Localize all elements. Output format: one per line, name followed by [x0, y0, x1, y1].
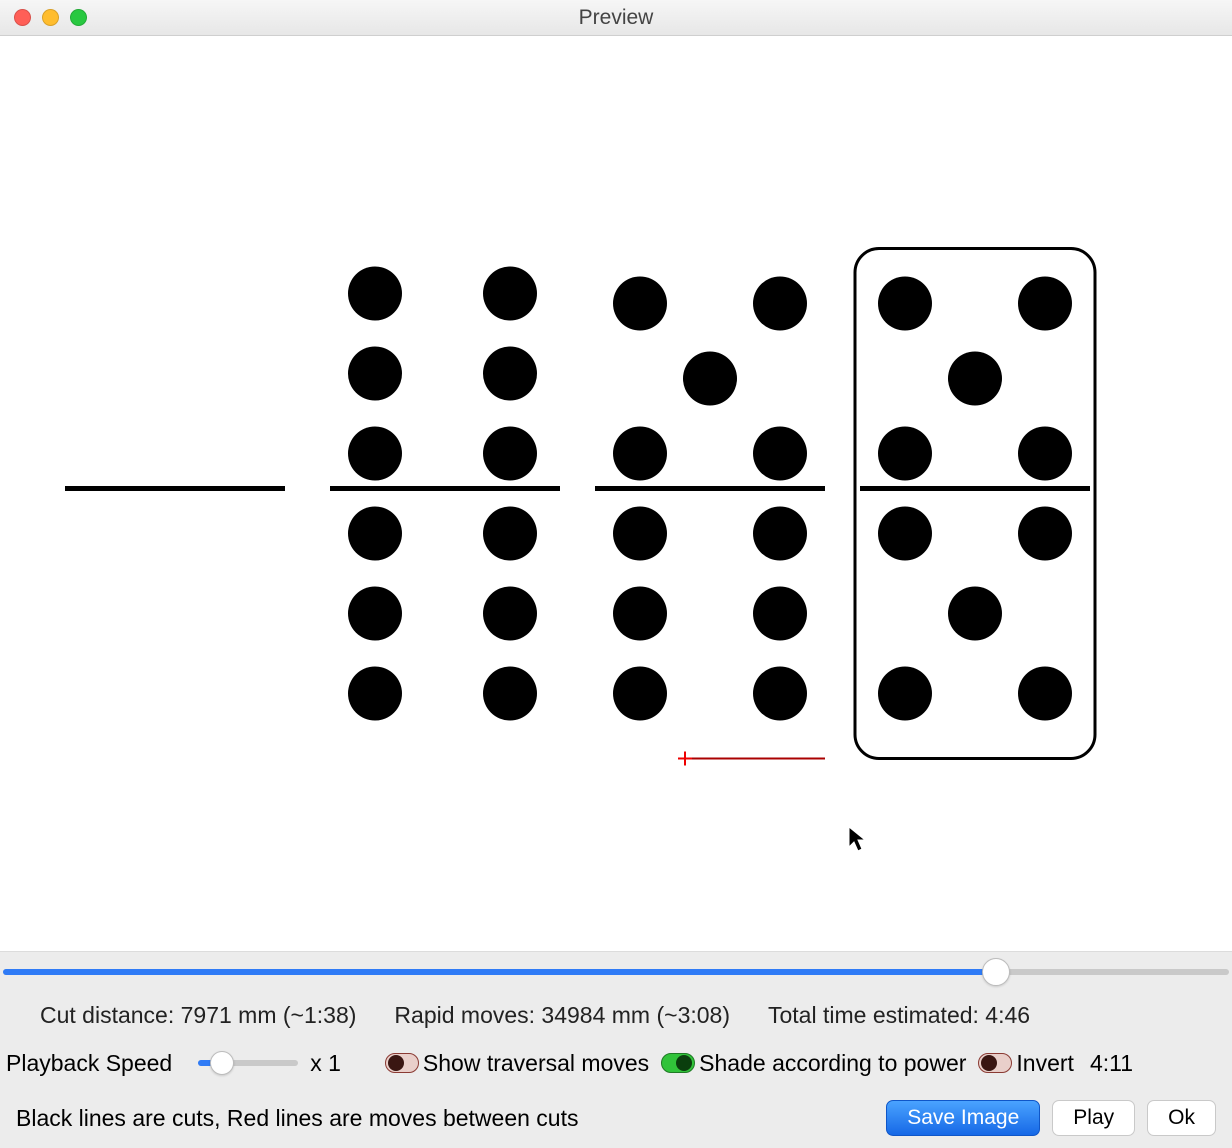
minimize-icon[interactable] [42, 9, 59, 26]
close-icon[interactable] [14, 9, 31, 26]
controls-row: Playback Speed x 1 Show traversal moves … [0, 1038, 1232, 1088]
stats-row: Cut distance: 7971 mm (~1:38) Rapid move… [0, 992, 1232, 1038]
toggle-shade-label: Shade according to power [699, 1050, 966, 1077]
ok-button[interactable]: Ok [1147, 1100, 1216, 1136]
domino-6-6 [330, 267, 560, 721]
total-time-label: Total time estimated: 4:46 [768, 1002, 1030, 1029]
rapid-moves-label: Rapid moves: 34984 mm (~3:08) [394, 1002, 730, 1029]
time-display: 4:11 [1090, 1050, 1133, 1077]
legend-text: Black lines are cuts, Red lines are move… [16, 1105, 579, 1132]
zoom-icon[interactable] [70, 9, 87, 26]
toggle-traversal-label: Show traversal moves [423, 1050, 649, 1077]
window-title: Preview [0, 6, 1232, 30]
titlebar: Preview [0, 0, 1232, 36]
save-image-button[interactable]: Save Image [886, 1100, 1040, 1136]
toggle-invert[interactable]: Invert [978, 1050, 1074, 1077]
play-button[interactable]: Play [1052, 1100, 1135, 1136]
toggle-invert-label: Invert [1016, 1050, 1074, 1077]
domino-5-6 [595, 277, 825, 766]
window-controls [14, 9, 87, 26]
timeline-slider[interactable] [3, 962, 1229, 982]
preview-svg [0, 36, 1232, 951]
preview-canvas[interactable] [0, 36, 1232, 952]
timeline-row [0, 952, 1232, 992]
domino-5-5 [855, 249, 1095, 759]
playback-speed-slider[interactable] [198, 1053, 298, 1073]
cut-distance-label: Cut distance: 7971 mm (~1:38) [40, 1002, 356, 1029]
preview-window: Preview [0, 0, 1232, 1148]
playback-speed-label: Playback Speed [6, 1050, 172, 1077]
playback-speed-value: x 1 [310, 1050, 341, 1077]
toggle-shade[interactable]: Shade according to power [661, 1050, 966, 1077]
bottom-row: Black lines are cuts, Red lines are move… [0, 1088, 1232, 1148]
toggle-traversal[interactable]: Show traversal moves [385, 1050, 649, 1077]
